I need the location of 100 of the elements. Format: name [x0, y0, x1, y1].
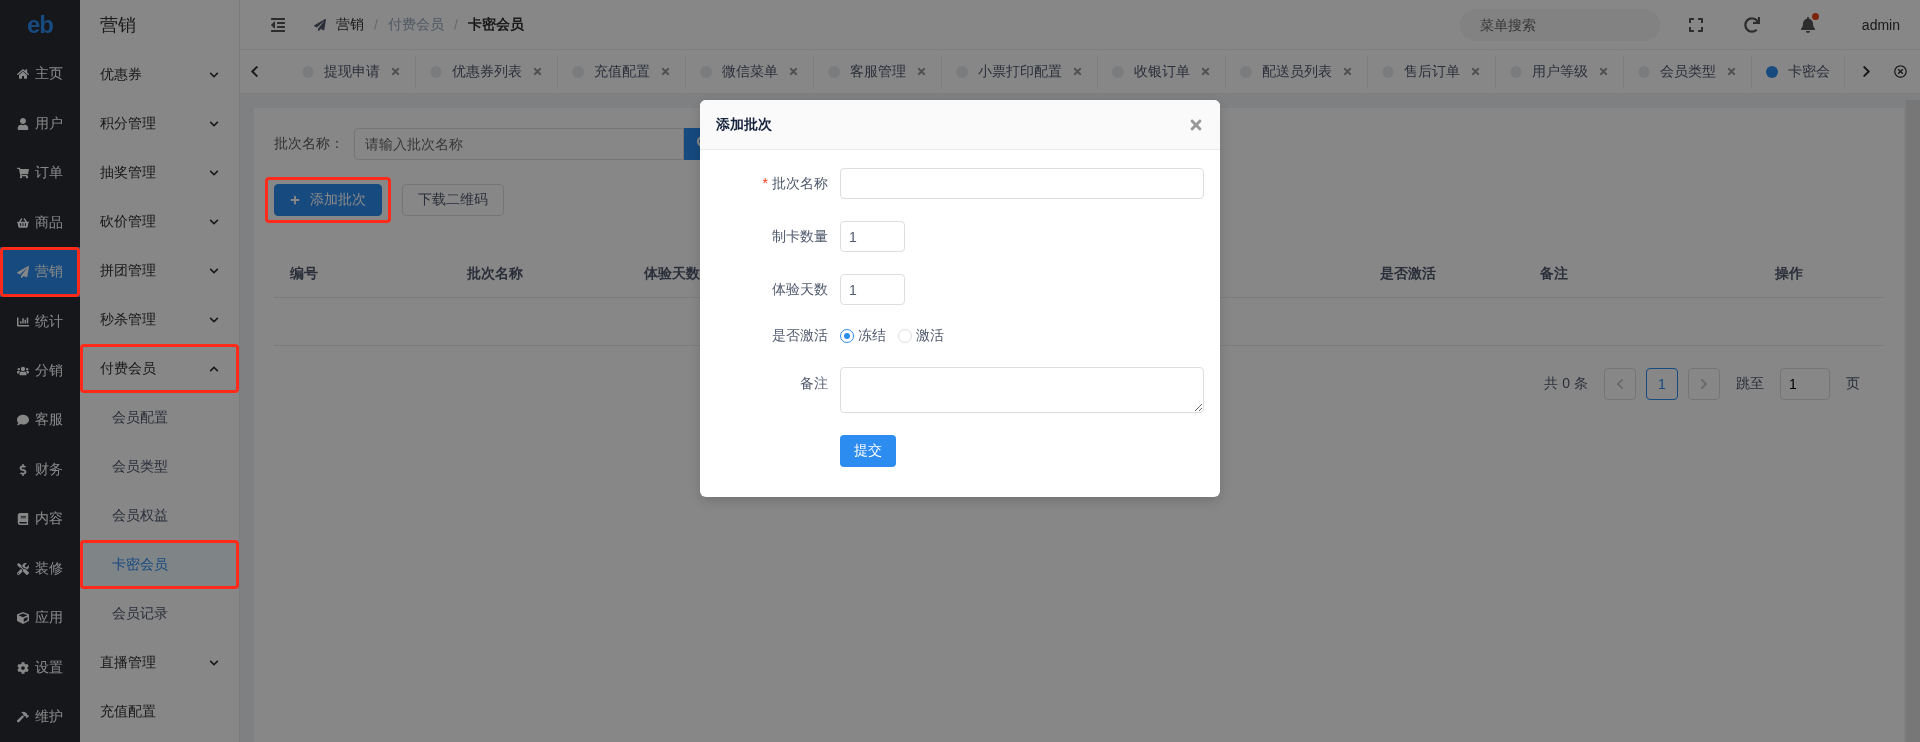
radio-option[interactable]: 冻结 [840, 327, 886, 345]
field-label: 备注 [800, 375, 828, 393]
submenu-item[interactable]: 会员权益 [80, 491, 239, 540]
nav-item[interactable]: 订单 [0, 148, 80, 198]
cart-icon [17, 167, 29, 180]
submenu-item[interactable]: 会员类型 [80, 442, 239, 491]
chevron-down-icon [209, 657, 219, 668]
home-icon [17, 68, 29, 81]
batch-name-field[interactable] [840, 168, 1204, 199]
page-tab[interactable]: 收银订单 [1098, 54, 1226, 89]
nav-item[interactable]: 主页 [0, 49, 80, 99]
chevron-left-icon [1614, 378, 1626, 390]
page-tab[interactable]: 卡密会 [1752, 54, 1845, 89]
page-tab[interactable]: 用户等级 [1496, 54, 1624, 89]
nav-item[interactable]: 应用 [0, 593, 80, 644]
menu-item[interactable]: 优惠券 [80, 50, 239, 99]
page-tab[interactable]: 微信菜单 [686, 54, 814, 89]
submenu-item[interactable]: 会员配置 [80, 393, 239, 442]
user-name[interactable]: admin [1861, 16, 1900, 33]
page-tab[interactable]: 会员类型 [1624, 54, 1752, 89]
close-icon[interactable] [532, 66, 543, 77]
next-page-button[interactable] [1688, 368, 1720, 400]
logo: eb [27, 10, 53, 39]
filter-label: 批次名称： [274, 135, 344, 153]
bar-chart-icon [17, 315, 29, 328]
breadcrumb-separator: / [374, 16, 378, 33]
menu-item[interactable]: 拼团管理 [80, 246, 239, 295]
hammer-icon [17, 711, 29, 724]
submit-button[interactable]: 提交 [840, 435, 896, 467]
nav-item[interactable]: 分销 [0, 346, 80, 396]
number-field[interactable]: 1 [840, 221, 905, 252]
close-icon[interactable] [916, 66, 927, 77]
menu-item[interactable]: 抽奖管理 [80, 148, 239, 197]
nav-item[interactable]: 用户 [0, 98, 80, 149]
nav-item[interactable]: 设置 [0, 643, 80, 693]
column-header: 是否激活 [1380, 264, 1436, 281]
chevron-down-icon [209, 314, 219, 325]
nav-item[interactable]: 内容 [0, 494, 80, 545]
remark-textarea[interactable] [840, 367, 1204, 413]
sidebar-title: 营销 [99, 14, 137, 37]
nav-item[interactable]: 装修 [0, 544, 80, 594]
chat-icon [17, 414, 29, 427]
menu-item[interactable]: 秒杀管理 [80, 295, 239, 344]
column-header: 操作 [1775, 264, 1803, 281]
nav-item[interactable]: 客服 [0, 395, 80, 446]
page-jump-field[interactable]: 1 [1780, 368, 1830, 400]
close-icon[interactable] [1726, 66, 1737, 77]
chevron-down-icon [209, 265, 219, 276]
submenu-item[interactable]: 会员记录 [80, 589, 239, 638]
menu-item[interactable]: 积分管理 [80, 99, 239, 148]
nav-item[interactable]: 财务 [0, 445, 80, 495]
status-dot [1766, 65, 1778, 78]
page-number[interactable]: 1 [1646, 368, 1678, 400]
jump-label: 跳至 [1736, 375, 1764, 393]
close-icon[interactable] [788, 66, 799, 77]
breadcrumb-item[interactable]: 卡密会员 [467, 15, 524, 34]
radio-option[interactable]: 激活 [898, 327, 944, 345]
chevron-down-icon [209, 118, 219, 129]
close-icon[interactable] [390, 66, 401, 77]
action-button[interactable]: 下载二维码 [402, 184, 504, 216]
prev-page-button[interactable] [1604, 368, 1636, 400]
nav-item[interactable]: 维护 [0, 692, 80, 742]
column-header: 编号 [290, 264, 318, 281]
breadcrumb-separator: / [453, 16, 458, 33]
field-label: 体验天数 [772, 280, 828, 299]
breadcrumb-item[interactable]: 营销 [336, 15, 364, 34]
close-icon[interactable] [1342, 66, 1353, 77]
close-icon[interactable] [1200, 66, 1211, 77]
nav-item[interactable]: 营销 [0, 247, 80, 297]
number-field[interactable]: 1 [840, 274, 905, 305]
page-tab[interactable]: 充值配置 [558, 54, 686, 89]
menu-item[interactable]: 砍价管理 [80, 197, 239, 246]
settings-icon [17, 661, 29, 674]
cube-icon [17, 612, 29, 625]
page-tab[interactable]: 小票打印配置 [942, 54, 1098, 89]
close-icon[interactable] [1470, 66, 1481, 77]
field-label: 制卡数量 [772, 227, 828, 246]
page-tab[interactable]: 提现申请 [288, 54, 416, 89]
chevron-down-icon [209, 167, 219, 178]
close-icon[interactable] [660, 66, 671, 77]
menu-item[interactable]: 充值配置 [80, 687, 239, 736]
dialog-title: 添加批次 [716, 115, 772, 134]
user-icon [17, 117, 29, 130]
menu-item[interactable]: 付费会员 [80, 344, 239, 393]
plus-icon [290, 195, 300, 205]
menu-search-field[interactable]: 菜单搜索 [1459, 8, 1660, 41]
paper-plane-icon [17, 266, 29, 279]
chevron-down-icon [209, 216, 219, 227]
page-tab[interactable]: 售后订单 [1368, 54, 1496, 89]
column-header: 备注 [1540, 264, 1568, 281]
tools-icon [17, 562, 29, 575]
page-tab[interactable]: 配送员列表 [1226, 54, 1368, 89]
page-tab[interactable]: 客服管理 [814, 54, 942, 89]
action-button[interactable]: 添加批次 [274, 184, 382, 216]
close-icon[interactable] [1598, 66, 1609, 77]
page-tab[interactable]: 优惠券列表 [416, 54, 558, 89]
menu-item[interactable]: 直播管理 [80, 638, 239, 687]
batch-search-field[interactable]: 请输入批次名称 [354, 128, 684, 160]
column-header: 批次名称 [467, 264, 523, 281]
close-icon[interactable] [1072, 66, 1083, 77]
